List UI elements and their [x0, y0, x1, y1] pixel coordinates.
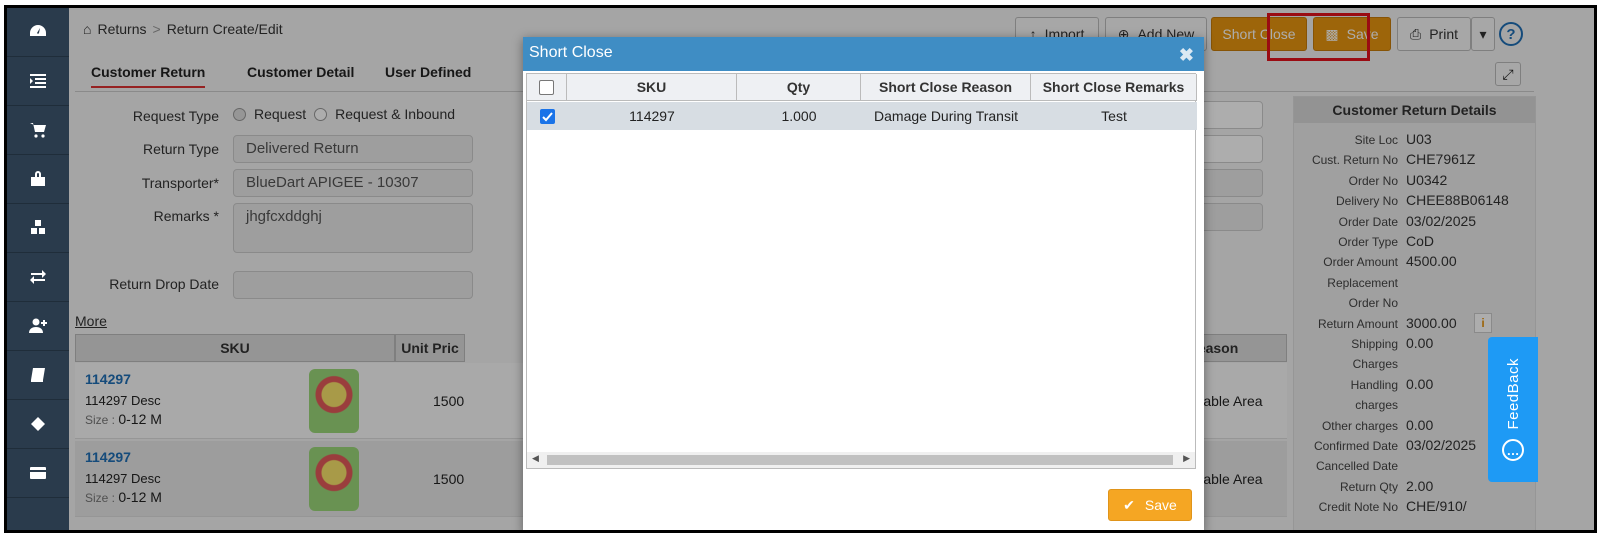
cubes-icon[interactable] [7, 204, 69, 253]
col-short-close-reason[interactable]: Short Close Reason [861, 74, 1031, 101]
scroll-left-icon[interactable]: ◀ [532, 453, 539, 464]
row-checkbox[interactable] [539, 108, 555, 124]
ticket-icon[interactable] [7, 400, 69, 449]
cell-sku: 114297 [567, 102, 737, 130]
shopping-bag-icon[interactable] [7, 155, 69, 204]
horizontal-scrollbar[interactable]: ◀ ▶ [527, 452, 1195, 468]
modal-save-button[interactable]: ✔ Save [1108, 489, 1192, 521]
cell-reason[interactable]: Damage During Transit [861, 102, 1031, 130]
col-sku[interactable]: SKU [567, 74, 737, 101]
short-close-grid: SKU Qty Short Close Reason Short Close R… [526, 73, 1197, 469]
main-content: ⌂ Returns > Return Create/Edit ↑ Import ⊕… [69, 8, 1594, 530]
scroll-right-icon[interactable]: ▶ [1183, 453, 1190, 464]
dashboard-icon[interactable] [7, 8, 69, 57]
check-icon [541, 111, 553, 121]
sidebar [7, 8, 69, 530]
feedback-icon: … [1502, 439, 1524, 462]
cell-qty: 1.000 [737, 102, 861, 130]
feedback-tab[interactable]: FeedBack … [1488, 337, 1538, 482]
credit-card-icon[interactable] [7, 449, 69, 498]
modal-save-label: Save [1144, 497, 1177, 513]
transfer-icon[interactable] [7, 253, 69, 302]
feedback-label: FeedBack [1504, 357, 1522, 430]
cell-remarks[interactable]: Test [1031, 102, 1197, 130]
short-close-modal: Short Close ✖ SKU Qty Short Close Reason… [523, 37, 1204, 530]
add-user-icon[interactable] [7, 302, 69, 351]
list-indent-icon[interactable] [7, 57, 69, 106]
book-icon[interactable] [7, 351, 69, 400]
modal-title: Short Close [523, 37, 1204, 71]
check-icon: ✔ [1123, 496, 1135, 513]
select-all-checkbox[interactable] [539, 79, 554, 95]
row-select-cell [527, 102, 567, 130]
cart-icon[interactable] [7, 106, 69, 155]
col-short-close-remarks[interactable]: Short Close Remarks [1031, 74, 1197, 101]
select-all-cell [527, 74, 567, 101]
scroll-thumb[interactable] [547, 455, 1173, 465]
app-window: ⌂ Returns > Return Create/Edit ↑ Import ⊕… [4, 5, 1597, 533]
col-qty[interactable]: Qty [737, 74, 861, 101]
close-icon[interactable]: ✖ [1179, 45, 1194, 66]
